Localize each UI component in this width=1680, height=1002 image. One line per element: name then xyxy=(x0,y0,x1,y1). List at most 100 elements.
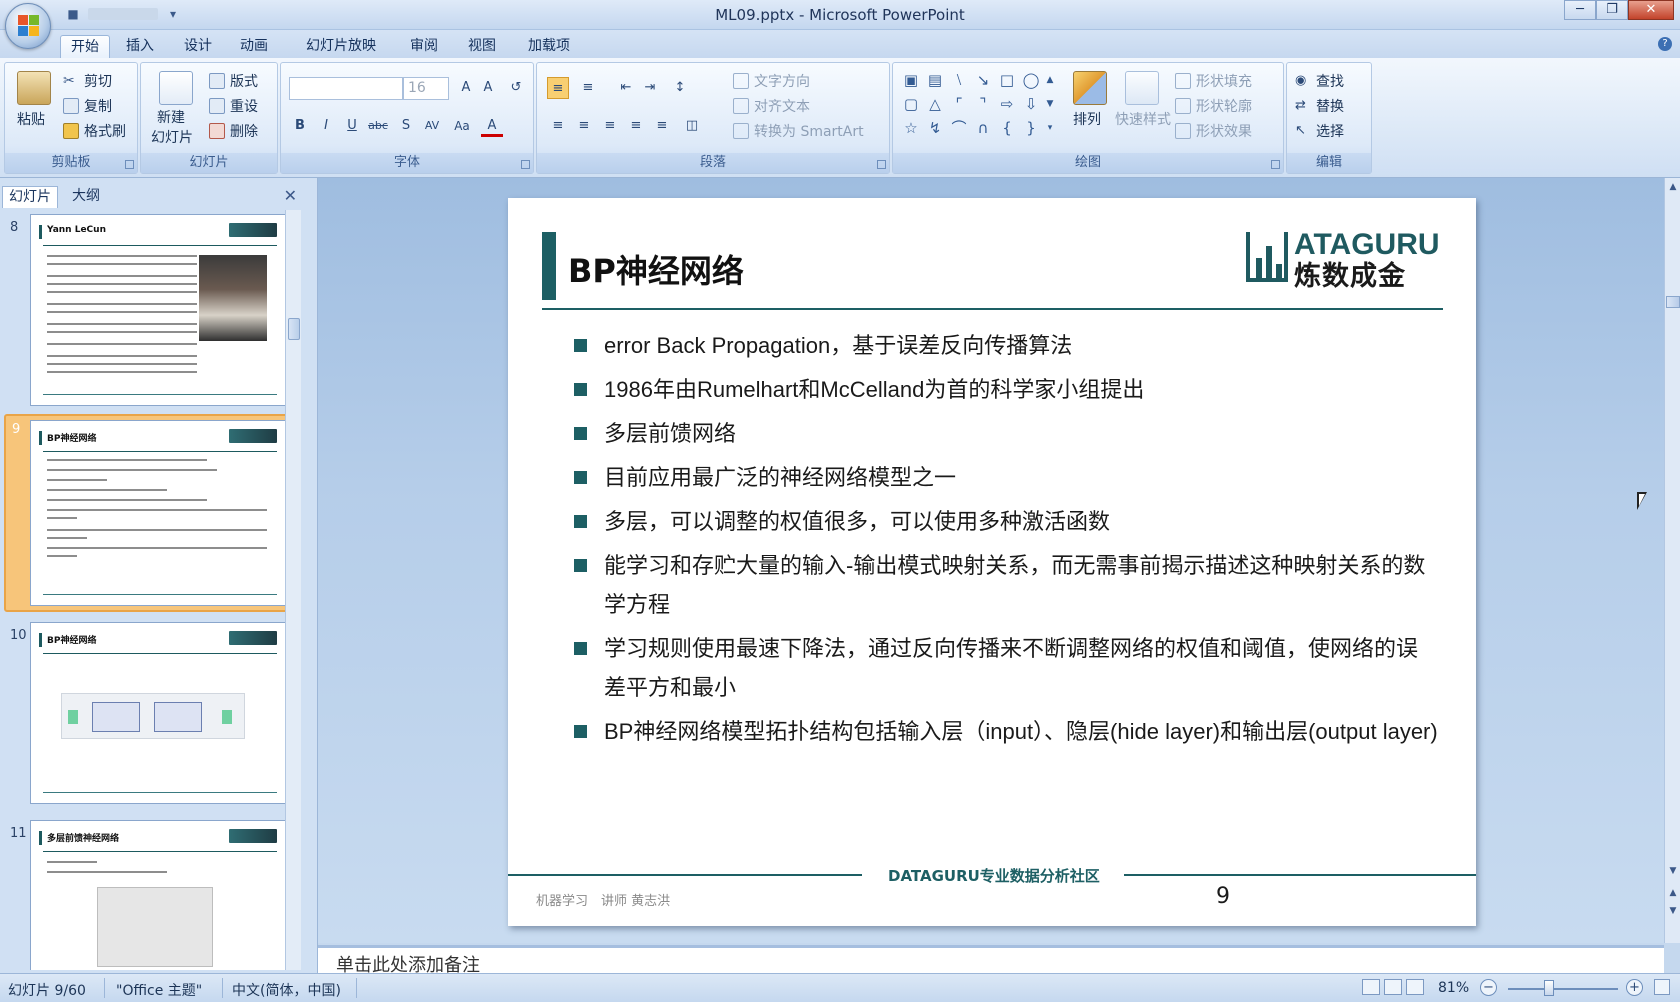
pane-close-icon[interactable]: ✕ xyxy=(284,186,297,205)
tab-view[interactable]: 视图 xyxy=(458,35,506,58)
font-name-field[interactable] xyxy=(289,77,403,100)
vtextbox-shape-icon[interactable]: ▤ xyxy=(925,71,945,89)
line-spacing-button[interactable]: ↕ xyxy=(669,77,691,99)
shape-outline-button[interactable]: 形状轮廓 xyxy=(1175,96,1252,116)
shape-fill-button[interactable]: 形状填充 xyxy=(1175,71,1252,91)
tab-outline-pane[interactable]: 大纲 xyxy=(66,186,106,208)
tab-slides-pane[interactable]: 幻灯片 xyxy=(2,186,58,208)
connector-shape-icon[interactable]: ⌜ xyxy=(949,95,969,113)
numbering-button[interactable]: ≡ xyxy=(577,77,599,99)
zoom-out-icon[interactable]: − xyxy=(1480,979,1497,996)
tab-home[interactable]: 开始 xyxy=(60,35,110,58)
line-shape-icon[interactable]: ⧵ xyxy=(949,71,969,89)
columns-button[interactable]: ◫ xyxy=(681,115,703,137)
gallery-scroll-down-icon[interactable]: ▼ xyxy=(1043,95,1057,113)
strikethrough-button[interactable]: abc xyxy=(367,115,389,137)
gallery-more-icon[interactable]: ▾ xyxy=(1043,119,1057,137)
shadow-button[interactable]: S xyxy=(395,115,417,137)
thumbnail-item[interactable]: 8 Yann LeCun xyxy=(4,214,292,410)
thumbnail-slide[interactable]: BP神经网络 xyxy=(30,420,288,606)
change-case-button[interactable]: Aa xyxy=(451,115,473,137)
elbow-shape-icon[interactable]: ⌝ xyxy=(973,95,993,113)
pane-scroll-thumb[interactable] xyxy=(288,318,300,340)
select-button[interactable]: ↖ 选择 xyxy=(1295,121,1344,141)
tab-review[interactable]: 审阅 xyxy=(400,35,448,58)
paragraph-dialog-launcher[interactable] xyxy=(877,160,886,169)
layout-button[interactable]: 版式 xyxy=(209,71,258,91)
tab-animations[interactable]: 动画 xyxy=(230,35,278,58)
align-center-button[interactable]: ≡ xyxy=(573,115,595,137)
paste-button[interactable]: 粘贴 xyxy=(17,109,45,129)
zoom-level[interactable]: 81% xyxy=(1438,980,1469,996)
canvas-scrollbar[interactable]: ▲ ▼ ▲ ▼ xyxy=(1664,178,1680,943)
cut-button[interactable]: ✂ 剪切 xyxy=(63,71,112,91)
slide-sorter-view-icon[interactable] xyxy=(1384,979,1402,995)
office-button[interactable] xyxy=(5,3,51,49)
notes-pane[interactable]: 单击此处添加备注 xyxy=(318,945,1664,976)
replace-button[interactable]: ⇄ 替换 xyxy=(1295,96,1344,116)
shapes-gallery[interactable]: ▣ ▤ ⧵ ↘ □ ◯ ▢ △ ⌜ ⌝ ⇨ ⇩ ☆ ↯ ⌒ ∩ { } ▲ ▼ … xyxy=(897,67,1057,147)
thumbnail-slide[interactable]: Yann LeCun xyxy=(30,214,288,406)
help-icon[interactable]: ? xyxy=(1658,37,1672,51)
new-slide-label-1[interactable]: 新建 xyxy=(157,107,185,127)
copy-button[interactable]: 复制 xyxy=(63,96,112,116)
arrow-line-shape-icon[interactable]: ↘ xyxy=(973,71,993,89)
reset-button[interactable]: 重设 xyxy=(209,96,258,116)
canvas-scroll-thumb[interactable] xyxy=(1666,296,1680,308)
previous-slide-icon[interactable]: ▲ xyxy=(1666,886,1680,900)
increase-indent-button[interactable]: ⇥ xyxy=(639,77,661,99)
slideshow-view-icon[interactable] xyxy=(1406,979,1424,995)
curve-shape-icon[interactable]: ∩ xyxy=(973,119,993,137)
close-button[interactable]: ✕ xyxy=(1628,0,1674,20)
right-brace-shape-icon[interactable]: } xyxy=(1021,119,1041,137)
current-slide[interactable]: BP神经网络 ATAGURU 炼数成金 error Back Propagati… xyxy=(508,198,1476,926)
language-indicator[interactable]: 中文(简体，中国) xyxy=(232,980,341,1000)
pane-scrollbar[interactable] xyxy=(285,210,301,970)
tab-insert[interactable]: 插入 xyxy=(116,35,164,58)
thumbnail-item-selected[interactable]: 9 BP神经网络 xyxy=(4,414,292,612)
slide-title[interactable]: BP神经网络 xyxy=(568,246,744,292)
scroll-down-icon[interactable]: ▼ xyxy=(1666,864,1680,878)
shrink-font-button[interactable]: A xyxy=(477,77,499,99)
font-dialog-launcher[interactable] xyxy=(521,160,530,169)
star-shape-icon[interactable]: ☆ xyxy=(901,119,921,137)
align-right-button[interactable]: ≡ xyxy=(599,115,621,137)
align-left-button[interactable]: ≡ xyxy=(547,115,569,137)
clipboard-dialog-launcher[interactable] xyxy=(125,160,134,169)
new-slide-label-2[interactable]: 幻灯片 xyxy=(151,127,193,147)
thumbnail-item[interactable]: 10 BP神经网络 xyxy=(4,622,292,808)
tab-design[interactable]: 设计 xyxy=(174,35,222,58)
right-arrow-shape-icon[interactable]: ⇨ xyxy=(997,95,1017,113)
tab-addins[interactable]: 加载项 xyxy=(518,35,580,58)
grow-font-button[interactable]: A xyxy=(455,77,477,99)
gallery-scroll-up-icon[interactable]: ▲ xyxy=(1043,71,1057,89)
textbox-shape-icon[interactable]: ▣ xyxy=(901,71,921,89)
rectangle-shape-icon[interactable]: □ xyxy=(997,71,1017,89)
oval-shape-icon[interactable]: ◯ xyxy=(1021,71,1041,89)
triangle-shape-icon[interactable]: △ xyxy=(925,95,945,113)
align-text-button[interactable]: 对齐文本 xyxy=(733,96,810,116)
bold-button[interactable]: B xyxy=(289,115,311,137)
arrange-button[interactable]: 排列 xyxy=(1073,109,1101,129)
justify-button[interactable]: ≡ xyxy=(625,115,647,137)
text-direction-button[interactable]: 文字方向 xyxy=(733,71,810,91)
convert-smartart-button[interactable]: 转换为 SmartArt xyxy=(733,121,864,141)
find-button[interactable]: ◉ 查找 xyxy=(1295,71,1344,91)
maximize-button[interactable]: ❐ xyxy=(1596,0,1628,20)
bullets-button[interactable]: ≡ xyxy=(547,77,569,99)
zoom-slider-track[interactable] xyxy=(1508,988,1618,990)
format-painter-button[interactable]: 格式刷 xyxy=(63,121,126,141)
normal-view-icon[interactable] xyxy=(1362,979,1380,995)
distributed-button[interactable]: ≡ xyxy=(651,115,673,137)
thumbnail-slide[interactable]: 多层前馈神经网络 xyxy=(30,820,288,970)
fit-to-window-icon[interactable] xyxy=(1654,979,1670,995)
rounded-rect-shape-icon[interactable]: ▢ xyxy=(901,95,921,113)
zoom-slider-thumb[interactable] xyxy=(1544,980,1554,996)
thumbnail-slide[interactable]: BP神经网络 xyxy=(30,622,288,804)
thumbnail-item[interactable]: 11 多层前馈神经网络 xyxy=(4,820,292,970)
shape-effects-button[interactable]: 形状效果 xyxy=(1175,121,1252,141)
down-arrow-shape-icon[interactable]: ⇩ xyxy=(1021,95,1041,113)
scroll-up-icon[interactable]: ▲ xyxy=(1666,180,1680,194)
arc-shape-icon[interactable]: ⌒ xyxy=(949,119,969,137)
underline-button[interactable]: U xyxy=(341,115,363,137)
